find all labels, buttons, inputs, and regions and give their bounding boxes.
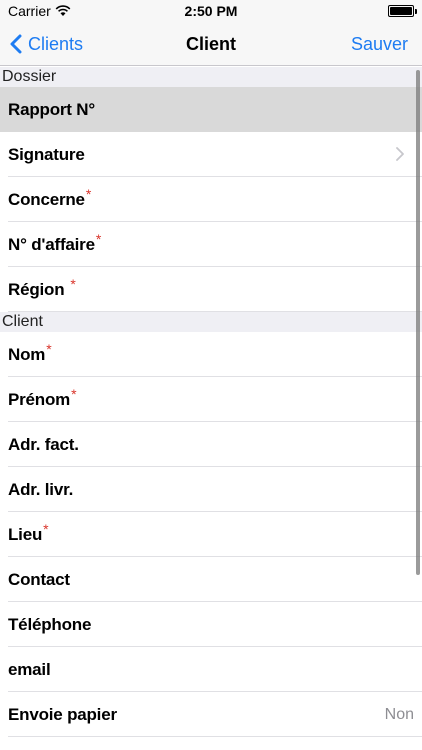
row-label: Nom [8,344,46,364]
row-contact[interactable]: Contact [0,557,422,602]
required-marker: * [85,185,92,202]
row-label: Contact [8,569,70,589]
status-bar: Carrier 2:50 PM [0,0,422,22]
row-concerne[interactable]: Concerne * [0,177,422,222]
row-label: Envoie papier [8,704,117,724]
row-telephone[interactable]: Téléphone [0,602,422,647]
row-value: Non [384,706,414,723]
row-numero-affaire[interactable]: N° d'affaire * [0,222,422,267]
section-header-client: Client [0,312,422,332]
row-lieu[interactable]: Lieu * [0,512,422,557]
row-adr-livr[interactable]: Adr. livr. [0,467,422,512]
row-label: Lieu [8,524,43,544]
save-button[interactable]: Sauver [351,22,408,66]
battery-level [390,7,412,15]
row-label: Prénom [8,389,71,409]
row-envoie-papier[interactable]: Envoie papier Non [0,692,422,737]
required-marker: * [46,340,52,357]
row-signature[interactable]: Signature [0,132,422,177]
row-label: Région [8,279,65,299]
section-header-dossier: Dossier [0,67,422,87]
scrollbar[interactable] [416,70,420,575]
row-email[interactable]: email [0,647,422,692]
form-table[interactable]: Dossier Rapport N° Signature Concerne * … [0,67,422,750]
row-rapport[interactable]: Rapport N° [0,87,422,132]
battery-icon [388,5,417,17]
chevron-right-icon [396,147,404,161]
row-nom[interactable]: Nom * [0,332,422,377]
row-label: Adr. fact. [8,434,79,454]
required-marker: * [70,275,76,292]
row-label: Adr. livr. [8,479,74,499]
row-prenom[interactable]: Prénom * [0,377,422,422]
row-label: Téléphone [8,614,92,634]
row-label: Rapport N° [8,99,95,119]
row-label: N° d'affaire [8,234,95,254]
row-label: Signature [8,144,85,164]
required-marker: * [43,520,49,537]
status-time: 2:50 PM [184,3,238,19]
required-marker: * [71,385,77,402]
row-label: email [8,659,51,679]
required-marker: * [95,230,102,247]
navigation-bar: Clients Client Sauver [0,22,422,66]
row-region[interactable]: Région * [0,267,422,312]
row-adr-fact[interactable]: Adr. fact. [0,422,422,467]
row-label: Concerne [8,189,85,209]
